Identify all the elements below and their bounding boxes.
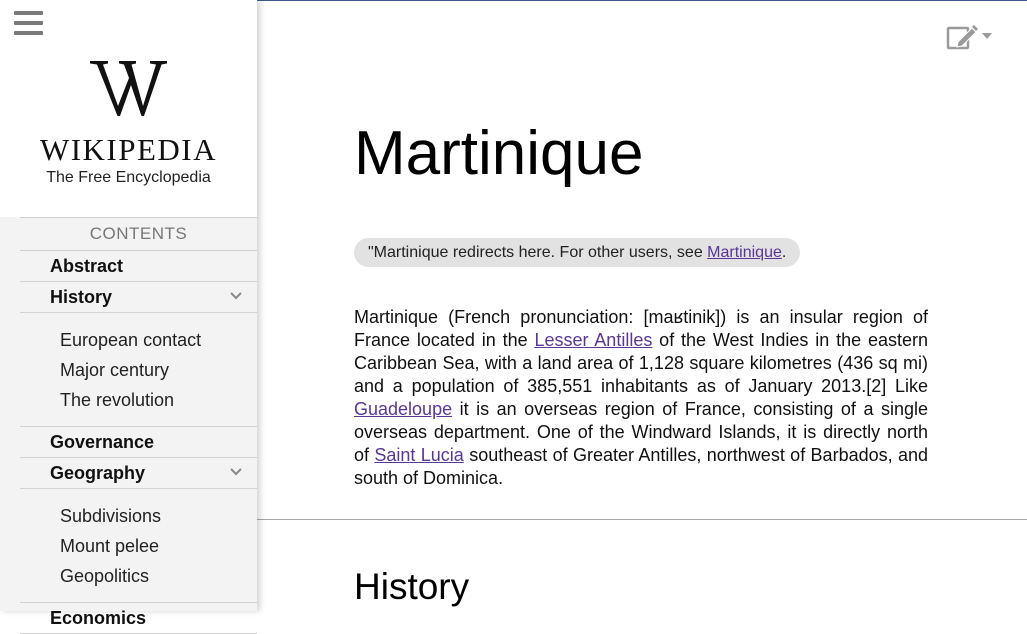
toc-subitem-geopolitics[interactable]: Geopolitics xyxy=(20,561,257,591)
toc-item-governance[interactable]: Governance xyxy=(20,427,257,458)
section-heading-history: History xyxy=(354,566,470,607)
section-divider xyxy=(257,519,1027,520)
toc-item-abstract[interactable]: Abstract xyxy=(20,251,257,282)
toc-item-label: Geography xyxy=(50,463,146,483)
link-guadeloupe[interactable]: Guadeloupe xyxy=(354,399,452,419)
hamburger-icon[interactable] xyxy=(14,11,43,37)
toc-subsection-geography: Subdivisions Mount pelee Geopolitics xyxy=(20,489,257,603)
link-lesser-antilles[interactable]: Lesser Antilles xyxy=(534,330,652,350)
page-title: Martinique xyxy=(354,119,644,188)
toc-subitem-subdivisions[interactable]: Subdivisions xyxy=(20,501,257,531)
edit-button[interactable] xyxy=(945,22,995,52)
toc-subitem-european-contact[interactable]: European contact xyxy=(20,325,257,355)
hatnote-suffix: . xyxy=(781,244,787,261)
sidebar: WIKIPEDIA The Free Encyclopedia CONTENTS… xyxy=(0,0,257,634)
chevron-down-icon[interactable] xyxy=(229,465,243,479)
toc-subitem-major-century[interactable]: Major century xyxy=(20,355,257,385)
toc-item-geography[interactable]: Geography xyxy=(20,458,257,489)
article-main: Martinique "Martinique redirects here. F… xyxy=(257,0,1027,611)
toc-subsection-history: European contact Major century The revol… xyxy=(20,313,257,427)
hatnote-link[interactable]: Martinique xyxy=(707,244,782,261)
chevron-down-icon[interactable] xyxy=(229,289,243,303)
link-saint-lucia[interactable]: Saint Lucia xyxy=(374,445,463,465)
toc-item-label: Economics xyxy=(50,608,147,628)
toc-item-label: Abstract xyxy=(50,256,124,276)
sidebar-header: WIKIPEDIA The Free Encyclopedia xyxy=(0,0,257,217)
hatnote: "Martinique redirects here. For other us… xyxy=(354,238,801,267)
edit-icon xyxy=(946,25,992,50)
toc-subitem-the-revolution[interactable]: The revolution xyxy=(20,385,257,415)
intro-paragraph: Martinique (French pronunciation: [maʁti… xyxy=(354,306,928,490)
toc-item-label: Governance xyxy=(50,432,155,452)
toc-item-history[interactable]: History xyxy=(20,282,257,313)
table-of-contents: CONTENTS Abstract History European conta… xyxy=(20,217,257,634)
wikipedia-wordmark: WIKIPEDIA xyxy=(39,132,218,167)
wikipedia-logo[interactable] xyxy=(88,56,170,118)
toc-item-label: History xyxy=(50,287,113,307)
tagline: The Free Encyclopedia xyxy=(46,169,211,186)
toc-item-economics[interactable]: Economics xyxy=(20,603,257,634)
contents-title: CONTENTS xyxy=(20,217,257,251)
hatnote-text: "Martinique redirects here. For other us… xyxy=(368,244,708,261)
toc-subitem-mount-pelee[interactable]: Mount pelee xyxy=(20,531,257,561)
